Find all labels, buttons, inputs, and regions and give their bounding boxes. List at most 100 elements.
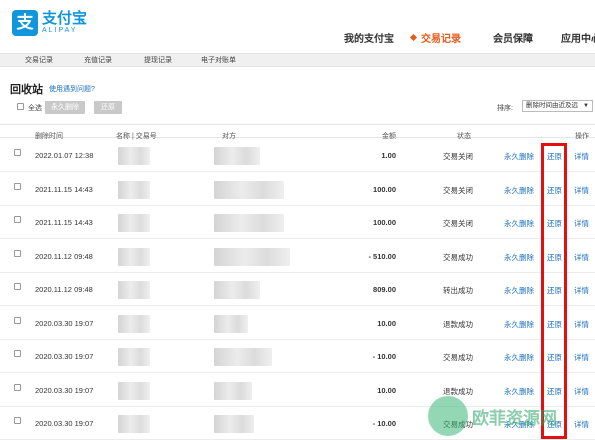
redacted-name bbox=[118, 214, 150, 232]
row-status: 转出成功 bbox=[443, 286, 473, 295]
select-all-checkbox[interactable] bbox=[17, 103, 24, 110]
row-delete-link[interactable]: 永久删除 bbox=[504, 185, 534, 196]
table-row: 2021.11.15 14:43 100.00 交易关闭 永久删除 还原 详情 bbox=[0, 173, 595, 206]
row-time: 2020.03.30 19:07 bbox=[35, 385, 94, 395]
row-time: 2021.11.15 14:43 bbox=[35, 218, 93, 227]
redacted-party bbox=[214, 147, 260, 165]
row-checkbox[interactable] bbox=[14, 283, 21, 290]
table-row: 2020.11.12 09:48- 510.00 交易成功 永久删除 还原 详情 bbox=[0, 240, 595, 273]
subtab-withdraw[interactable]: 提现记录 bbox=[144, 55, 172, 65]
row-delete-link[interactable]: 永久删除 bbox=[504, 218, 534, 229]
row-detail-link[interactable]: 详情 bbox=[574, 285, 589, 296]
row-checkbox[interactable] bbox=[14, 350, 21, 357]
row-status: 交易关闭 bbox=[443, 185, 473, 195]
active-marker-icon bbox=[409, 33, 418, 42]
redacted-name bbox=[118, 415, 150, 433]
row-checkbox[interactable] bbox=[14, 182, 21, 190]
redacted-party bbox=[214, 314, 248, 333]
sort-label: 排序: bbox=[497, 105, 513, 112]
redacted-name bbox=[118, 314, 150, 333]
nav-my-alipay[interactable]: 我的支付宝 bbox=[344, 30, 394, 45]
redacted-party bbox=[214, 348, 272, 366]
top-header: 支 支付宝 ALIPAY 我的支付宝 交易记录 会员保障 应用中心 bbox=[0, 0, 595, 46]
row-status: 退款成功 bbox=[443, 386, 473, 396]
row-time: 2021.11.15 14:43 bbox=[35, 184, 93, 194]
redacted-party bbox=[214, 381, 252, 400]
row-time: 2020.03.30 19:07 bbox=[35, 419, 94, 428]
watermark-text: 欧菲资源网 bbox=[472, 408, 557, 428]
row-delete-link[interactable]: 永久删除 bbox=[504, 386, 534, 397]
row-detail-link[interactable]: 详情 bbox=[574, 218, 589, 229]
row-detail-link[interactable]: 详情 bbox=[574, 252, 589, 263]
row-checkbox[interactable] bbox=[14, 249, 21, 257]
row-delete-link[interactable]: 永久删除 bbox=[504, 252, 534, 263]
row-status: 交易成功 bbox=[443, 252, 473, 262]
row-status: 交易关闭 bbox=[443, 219, 473, 228]
row-time: 2020.11.12 09:48 bbox=[35, 251, 93, 261]
row-detail-link[interactable]: 详情 bbox=[574, 319, 589, 330]
row-amount: - 510.00 bbox=[368, 251, 396, 261]
row-time: 2022.01.07 12:38 bbox=[35, 151, 94, 160]
row-delete-link[interactable]: 永久删除 bbox=[504, 151, 534, 162]
nav-app-center[interactable]: 应用中心 bbox=[561, 30, 595, 45]
sort-select[interactable]: 删除时间由近及远 ▼ bbox=[522, 100, 593, 112]
table-row: 2022.01.07 12:38 1.00 交易关闭 永久删除 还原 详情 bbox=[0, 139, 595, 172]
table-row: 2020.03.30 19:07- 10.00交易成功永久删除还原详情 bbox=[0, 340, 595, 373]
row-detail-link[interactable]: 详情 bbox=[574, 151, 589, 162]
row-delete-link[interactable]: 永久删除 bbox=[504, 319, 534, 330]
subtab-recharge[interactable]: 充值记录 bbox=[84, 55, 112, 65]
row-amount: 10.00 bbox=[377, 385, 396, 395]
row-detail-link[interactable]: 详情 bbox=[574, 386, 589, 397]
restore-button[interactable]: 还原 bbox=[94, 101, 122, 114]
row-amount: 10.00 bbox=[377, 318, 396, 328]
alipay-logo[interactable]: 支 支付宝 ALIPAY bbox=[12, 10, 87, 36]
table-row: 2021.11.15 14:43 100.00 交易关闭 永久删除 还原 详情 bbox=[0, 206, 595, 239]
redacted-party bbox=[214, 214, 284, 232]
row-amount: 1.00 bbox=[381, 151, 396, 160]
row-delete-link[interactable]: 永久删除 bbox=[504, 285, 534, 296]
redacted-name bbox=[118, 281, 150, 299]
redacted-party bbox=[214, 281, 260, 299]
table-header: 删除时间 名称 | 交易号 对方 金额 状态 操作 bbox=[0, 124, 595, 140]
subtab-transactions[interactable]: 交易记录 bbox=[25, 55, 53, 65]
row-checkbox[interactable] bbox=[14, 216, 21, 223]
row-checkbox[interactable] bbox=[14, 383, 21, 391]
highlight-box bbox=[541, 143, 567, 439]
row-time: 2020.03.30 19:07 bbox=[35, 352, 94, 361]
row-status: 交易关闭 bbox=[443, 152, 473, 161]
row-detail-link[interactable]: 详情 bbox=[574, 419, 589, 430]
row-status: 退款成功 bbox=[443, 319, 473, 329]
redacted-party bbox=[214, 180, 284, 199]
chevron-down-icon: ▼ bbox=[583, 103, 589, 109]
row-amount: - 10.00 bbox=[372, 419, 396, 428]
row-time: 2020.03.30 19:07 bbox=[35, 318, 94, 328]
row-amount: 809.00 bbox=[373, 285, 396, 294]
help-link[interactable]: 使用遇到问题? bbox=[49, 84, 95, 94]
row-amount: - 10.00 bbox=[372, 352, 396, 361]
row-detail-link[interactable]: 详情 bbox=[574, 185, 589, 196]
logo-cn-text: 支付宝 bbox=[42, 10, 88, 27]
row-time: 2020.11.12 09:48 bbox=[35, 285, 93, 294]
watermark-logo-icon bbox=[428, 396, 468, 436]
nav-transactions[interactable]: 交易记录 bbox=[409, 30, 461, 45]
row-amount: 100.00 bbox=[373, 184, 396, 194]
redacted-party bbox=[214, 247, 290, 266]
table-row: 2020.03.30 19:07 10.00 退款成功 永久删除 还原 详情 bbox=[0, 307, 595, 340]
row-delete-link[interactable]: 永久删除 bbox=[504, 352, 534, 363]
subtab-statement[interactable]: 电子对账单 bbox=[201, 55, 236, 65]
delete-forever-button[interactable]: 永久删除 bbox=[45, 101, 85, 114]
logo-en-text: ALIPAY bbox=[42, 27, 78, 34]
page-title: 回收站 bbox=[10, 84, 43, 96]
redacted-name bbox=[118, 247, 150, 266]
row-amount: 100.00 bbox=[373, 218, 396, 227]
alipay-logo-icon: 支 bbox=[12, 10, 38, 36]
redacted-name bbox=[118, 180, 150, 199]
row-checkbox[interactable] bbox=[14, 149, 21, 156]
nav-member-protection[interactable]: 会员保障 bbox=[493, 30, 533, 45]
redacted-party bbox=[214, 415, 254, 433]
row-checkbox[interactable] bbox=[14, 316, 21, 324]
watermark: 欧菲资源网 bbox=[428, 396, 557, 436]
row-checkbox[interactable] bbox=[14, 417, 21, 424]
row-detail-link[interactable]: 详情 bbox=[574, 352, 589, 363]
redacted-name bbox=[118, 348, 150, 366]
